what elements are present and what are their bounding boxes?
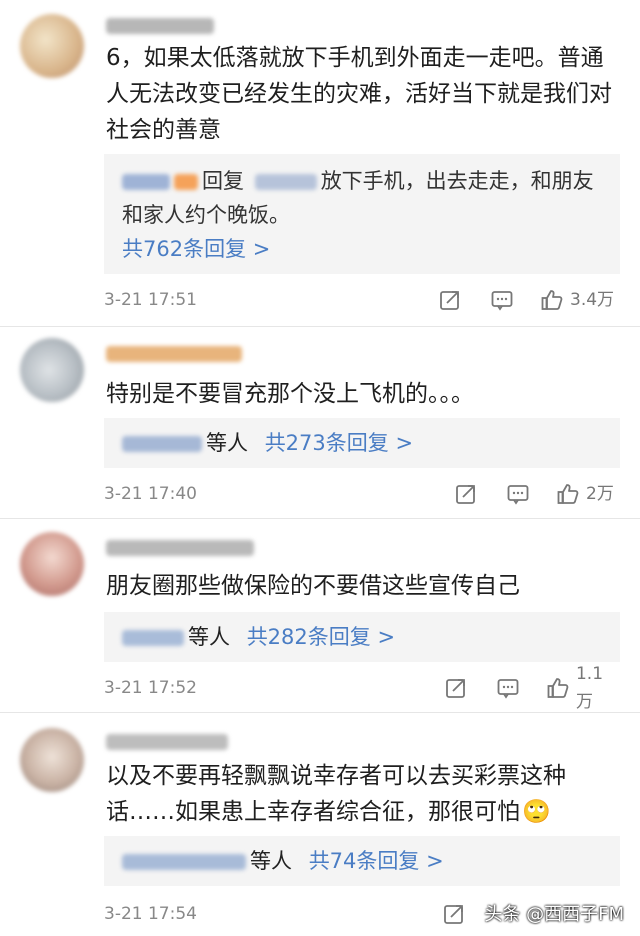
view-replies-link[interactable]: 共762条回复 > xyxy=(122,232,270,266)
reply-preview-line: 等人 共273条回复 > xyxy=(122,426,413,460)
thumbs-up-icon xyxy=(547,678,569,698)
share-icon xyxy=(456,485,475,504)
comment-text: 6，如果太低落就放下手机到外面走一走吧。普通人无法改变已经发生的灾难，活好当下就… xyxy=(106,45,612,143)
comment-icon xyxy=(491,291,513,311)
thumbs-up-icon xyxy=(557,484,579,504)
comment-icon xyxy=(507,485,529,505)
share-icon xyxy=(444,905,463,924)
comment-button[interactable] xyxy=(490,286,514,314)
share-button[interactable] xyxy=(442,900,466,928)
reply-preview-line: 等人 共74条回复 > xyxy=(122,844,444,878)
reply-preview-box[interactable]: 等人 共74条回复 > xyxy=(104,836,620,886)
reply-preview-line: 等人 共282条回复 > xyxy=(122,620,395,654)
like-button[interactable]: 3.4万 xyxy=(540,286,614,314)
reply-preview-box[interactable]: 等人 共273条回复 > xyxy=(104,418,620,468)
view-replies-link[interactable]: 共282条回复 > xyxy=(247,625,395,649)
like-count: 3.4万 xyxy=(570,290,615,310)
comment-item: 特别是不要冒充那个没上飞机的。。。 等人 共273条回复 > 3-21 17:4… xyxy=(0,326,640,518)
comment-footer: 3-21 17:40 2万 xyxy=(104,480,620,508)
username[interactable] xyxy=(106,734,228,750)
reply-username[interactable] xyxy=(122,630,184,646)
reply-preview-box[interactable]: 等人 共282条回复 > xyxy=(104,612,620,662)
comment-text: 特别是不要冒充那个没上飞机的。。。 xyxy=(106,381,474,407)
thumbs-up-icon xyxy=(541,290,563,310)
reply-badge xyxy=(174,174,198,190)
reply-others: 等人 xyxy=(188,625,230,649)
share-button[interactable] xyxy=(444,674,468,702)
avatar[interactable] xyxy=(20,532,84,596)
comment-text: 朋友圈那些做保险的不要借这些宣传自己 xyxy=(106,573,520,599)
reply-username[interactable] xyxy=(122,436,202,452)
comment-footer: 3-21 17:52 1.1万 xyxy=(104,664,620,712)
username[interactable] xyxy=(106,540,254,556)
avatar[interactable] xyxy=(20,338,84,402)
comment-text: 以及不要再轻飘飘说幸存者可以去买彩票这种话……如果患上幸存者综合征，那很可怕🙄 xyxy=(106,758,616,830)
like-button[interactable]: 1.1万 xyxy=(546,664,620,712)
comment-item: 6，如果太低落就放下手机到外面走一走吧。普通人无法改变已经发生的灾难，活好当下就… xyxy=(0,0,640,326)
share-icon xyxy=(440,291,459,310)
comment-item: 朋友圈那些做保险的不要借这些宣传自己 等人 共282条回复 > 3-21 17:… xyxy=(0,518,640,712)
reply-others: 等人 xyxy=(250,849,292,873)
reply-text: 放下手机，出去走走，和朋友 xyxy=(320,169,594,193)
share-button[interactable] xyxy=(454,480,478,508)
reply-username[interactable] xyxy=(122,174,170,190)
reply-text-continued: 和家人约个晚饭。 xyxy=(122,203,290,227)
comment-icon xyxy=(497,679,519,699)
comment-button[interactable] xyxy=(496,674,520,702)
reply-preview-box[interactable]: 回复 放下手机，出去走走，和朋友 和家人约个晚饭。 共762条回复 > xyxy=(104,154,620,274)
like-button[interactable]: 2万 xyxy=(556,480,614,508)
share-icon xyxy=(446,679,465,698)
username[interactable] xyxy=(106,346,242,362)
reply-preview-line: 回复 放下手机，出去走走，和朋友 xyxy=(122,164,594,198)
view-replies-link[interactable]: 共273条回复 > xyxy=(265,431,413,455)
avatar[interactable] xyxy=(20,728,84,792)
comment-footer: 3-21 17:51 3.4万 xyxy=(104,286,620,314)
like-count: 2万 xyxy=(586,484,614,504)
reply-others: 等人 xyxy=(206,431,248,455)
comment-time: 3-21 17:51 xyxy=(104,290,197,310)
like-count: 1.1万 xyxy=(575,664,604,712)
username[interactable] xyxy=(106,18,214,34)
reply-prefix: 回复 xyxy=(202,169,244,193)
comment-time: 3-21 17:54 xyxy=(104,904,197,924)
comment-text-content: 以及不要再轻飘飘说幸存者可以去买彩票这种话……如果患上幸存者综合征，那很可怕 xyxy=(106,763,566,825)
reply-username[interactable] xyxy=(122,854,246,870)
reply-target-username[interactable] xyxy=(254,174,317,190)
comment-time: 3-21 17:40 xyxy=(104,484,197,504)
comment-time: 3-21 17:52 xyxy=(104,678,197,698)
eye-roll-emoji-icon: 🙄 xyxy=(522,799,551,825)
share-button[interactable] xyxy=(438,286,462,314)
view-replies-link[interactable]: 共74条回复 > xyxy=(309,849,444,873)
reply-preview-line: 和家人约个晚饭。 xyxy=(122,198,290,232)
comment-button[interactable] xyxy=(506,480,530,508)
watermark: 头条 @西西子FM xyxy=(484,904,624,925)
avatar[interactable] xyxy=(20,14,84,78)
